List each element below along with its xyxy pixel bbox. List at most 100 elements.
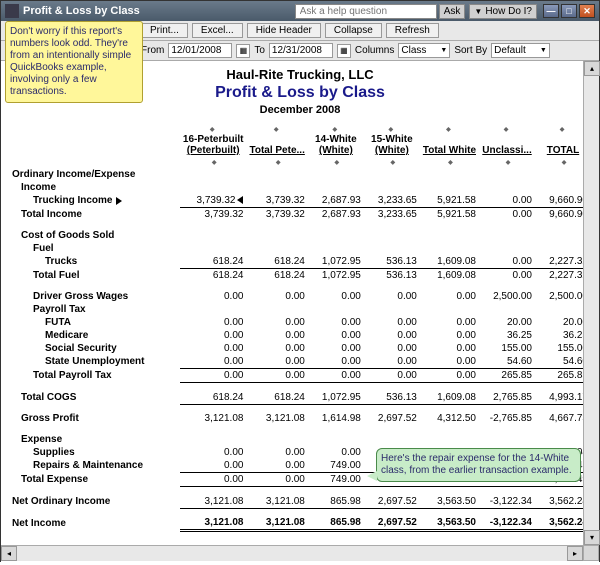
cell-value[interactable]: 0.00 (246, 290, 307, 303)
cell-value[interactable]: 618.24 (246, 391, 307, 405)
cell-value[interactable]: 0.00 (420, 355, 479, 369)
scroll-down-button[interactable]: ▾ (584, 530, 600, 545)
cell-value[interactable]: 0.00 (180, 446, 247, 459)
report-row[interactable]: Driver Gross Wages0.000.000.000.000.002,… (9, 290, 591, 303)
column-header[interactable]: Total White (420, 122, 479, 168)
report-row[interactable]: Payroll Tax (9, 303, 591, 316)
cell-value[interactable]: 0.00 (420, 290, 479, 303)
cell-value[interactable]: -3,122.34 (479, 516, 535, 531)
cell-value[interactable]: 618.24 (180, 255, 247, 269)
cell-value[interactable]: 36.25 (479, 329, 535, 342)
cell-value[interactable]: 536.13 (364, 269, 420, 283)
cell-value[interactable]: 0.00 (364, 290, 420, 303)
cell-value[interactable]: 0.00 (364, 355, 420, 369)
hide-header-button[interactable]: Hide Header (247, 23, 321, 38)
cell-value[interactable]: 0.00 (308, 329, 364, 342)
cell-value[interactable]: 0.00 (246, 459, 307, 473)
cell-value[interactable]: 618.24 (246, 255, 307, 269)
cell-value[interactable]: 0.00 (180, 459, 247, 473)
cell-value[interactable]: 5,921.58 (420, 194, 479, 208)
cell-value[interactable]: 3,121.08 (246, 412, 307, 425)
cell-value[interactable]: 0.00 (479, 194, 535, 208)
cell-value[interactable]: 3,121.08 (180, 516, 247, 531)
scroll-up-button[interactable]: ▴ (584, 61, 600, 76)
report-row[interactable]: Trucks618.24618.241,072.95536.131,609.08… (9, 255, 591, 269)
help-search-input[interactable] (295, 4, 437, 19)
cell-value[interactable]: 0.00 (180, 473, 247, 487)
cell-value[interactable]: 2,687.93 (308, 194, 364, 208)
cell-value[interactable]: 3,121.08 (180, 412, 247, 425)
cell-value[interactable]: 0.00 (364, 329, 420, 342)
cell-value[interactable]: 0.00 (246, 473, 307, 487)
report-row[interactable]: Trucking Income3,739.323,739.322,687.933… (9, 194, 591, 208)
cell-value[interactable]: 0.00 (308, 342, 364, 355)
column-header[interactable]: Total Pete... (246, 122, 307, 168)
cell-value[interactable]: 3,563.50 (420, 495, 479, 509)
minimize-button[interactable]: — (543, 4, 559, 18)
report-row[interactable]: Total Income3,739.323,739.322,687.933,23… (9, 208, 591, 222)
maximize-button[interactable]: □ (561, 4, 577, 18)
how-do-i-dropdown[interactable]: How Do I? (469, 4, 537, 19)
cell-value[interactable]: 1,609.08 (420, 255, 479, 269)
cell-value[interactable]: 2,687.93 (308, 208, 364, 222)
cell-value[interactable]: 0.00 (420, 329, 479, 342)
cell-value[interactable]: 1,072.95 (308, 255, 364, 269)
cell-value[interactable]: 749.00 (308, 473, 364, 487)
close-button[interactable]: ✕ (579, 4, 595, 18)
cell-value[interactable]: 618.24 (180, 269, 247, 283)
report-row[interactable]: Income (9, 181, 591, 194)
column-header[interactable]: 15-White(White) (364, 122, 420, 168)
cell-value[interactable]: 0.00 (308, 369, 364, 383)
cell-value[interactable]: 0.00 (246, 369, 307, 383)
cell-value[interactable]: 2,765.85 (479, 391, 535, 405)
column-header[interactable]: Unclassi... (479, 122, 535, 168)
scroll-right-button[interactable]: ▸ (567, 546, 583, 561)
report-row[interactable]: State Unemployment0.000.000.000.000.0054… (9, 355, 591, 369)
cell-value[interactable]: 1,614.98 (308, 412, 364, 425)
report-row[interactable]: Medicare0.000.000.000.000.0036.2536.25 (9, 329, 591, 342)
cell-value[interactable]: 1,609.08 (420, 391, 479, 405)
cell-value[interactable]: 0.00 (420, 369, 479, 383)
refresh-button[interactable]: Refresh (386, 23, 439, 38)
horizontal-scrollbar[interactable]: ◂ ▸ (1, 545, 583, 561)
report-row[interactable]: Total COGS618.24618.241,072.95536.131,60… (9, 391, 591, 405)
cell-value[interactable]: 5,921.58 (420, 208, 479, 222)
cell-value[interactable]: 20.00 (479, 316, 535, 329)
cell-value[interactable]: 1,072.95 (308, 391, 364, 405)
cell-value[interactable]: 3,233.65 (364, 194, 420, 208)
cell-value[interactable]: 3,233.65 (364, 208, 420, 222)
column-header[interactable]: 16-Peterbuilt(Peterbuilt) (180, 122, 247, 168)
cell-value[interactable]: 0.00 (420, 342, 479, 355)
cell-value[interactable]: 3,739.32 (246, 194, 307, 208)
report-row[interactable]: Social Security0.000.000.000.000.00155.0… (9, 342, 591, 355)
cell-value[interactable]: 0.00 (180, 369, 247, 383)
cell-value[interactable]: 618.24 (246, 269, 307, 283)
cell-value[interactable]: 0.00 (246, 355, 307, 369)
from-date-input[interactable] (168, 43, 232, 58)
cell-value[interactable]: 0.00 (479, 269, 535, 283)
cell-value[interactable]: 2,697.52 (364, 516, 420, 531)
cell-value[interactable]: 0.00 (420, 316, 479, 329)
cell-value[interactable]: 3,563.50 (420, 516, 479, 531)
cell-value[interactable]: 2,500.00 (479, 290, 535, 303)
cell-value[interactable]: 0.00 (364, 316, 420, 329)
to-date-input[interactable] (269, 43, 333, 58)
cell-value[interactable]: 3,739.32 (246, 208, 307, 222)
report-row[interactable]: Expense (9, 433, 591, 446)
cell-value[interactable]: 2,697.52 (364, 412, 420, 425)
cell-value[interactable]: 0.00 (308, 446, 364, 459)
cell-value[interactable]: 0.00 (479, 208, 535, 222)
cell-value[interactable]: 3,121.08 (246, 516, 307, 531)
column-header[interactable]: 14-White(White) (308, 122, 364, 168)
calendar-from-icon[interactable]: ▦ (236, 44, 250, 58)
print-button[interactable]: Print... (141, 23, 188, 38)
report-body[interactable]: Haul-Rite Trucking, LLC Profit & Loss by… (1, 61, 599, 565)
cell-value[interactable]: 865.98 (308, 516, 364, 531)
excel-button[interactable]: Excel... (192, 23, 243, 38)
cell-value[interactable]: 1,609.08 (420, 269, 479, 283)
report-row[interactable]: Cost of Goods Sold (9, 229, 591, 242)
cell-value[interactable]: 3,739.32 (180, 208, 247, 222)
scroll-track-h[interactable] (17, 546, 567, 561)
report-row[interactable]: FUTA0.000.000.000.000.0020.0020.00 (9, 316, 591, 329)
cell-value[interactable]: 0.00 (246, 316, 307, 329)
